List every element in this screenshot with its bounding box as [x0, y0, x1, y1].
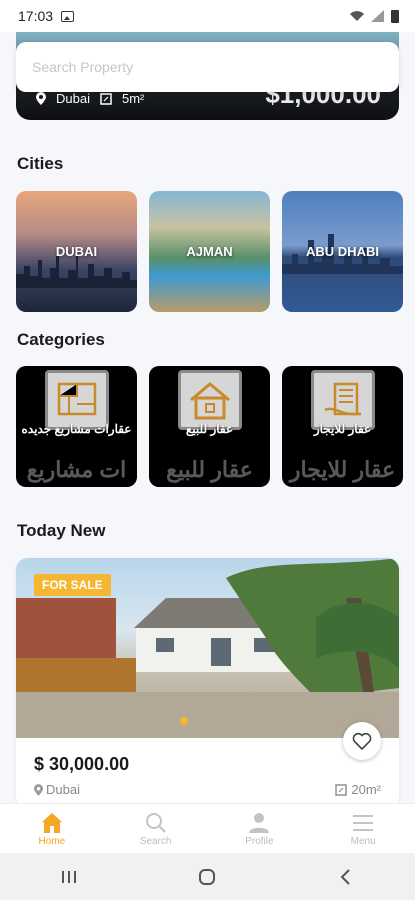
status-icons — [349, 9, 399, 23]
nav-profile-label: Profile — [245, 836, 274, 847]
nav-search-label: Search — [139, 836, 172, 847]
nav-home[interactable]: Home — [12, 804, 92, 853]
property-location: Dubai — [34, 782, 80, 797]
location-pin-icon — [34, 783, 43, 796]
city-card-dubai[interactable]: DUBAI — [16, 191, 137, 312]
search-input[interactable] — [32, 59, 383, 75]
heart-icon — [352, 732, 372, 750]
featured-area: 5m² — [121, 91, 145, 106]
today-new-section-title: Today New — [17, 521, 106, 540]
city-name-dubai: DUBAI — [55, 244, 98, 259]
status-bar: 17:03 — [0, 0, 415, 32]
property-price: $ 30,000.00 — [34, 754, 130, 774]
favorite-button[interactable] — [343, 722, 381, 760]
nav-home-label: Home — [38, 836, 66, 847]
category-watermark: عقار للايجار — [289, 457, 396, 482]
category-watermark: عقار للبيع — [166, 457, 253, 482]
featured-location: Dubai — [56, 91, 90, 106]
signal-icon — [371, 10, 384, 22]
menu-icon — [353, 815, 374, 831]
carousel-indicator — [180, 717, 188, 725]
category-card-new-projects[interactable]: عقارات مشاريع جديده ات مشاريع — [16, 366, 137, 487]
nav-search[interactable]: Search — [116, 804, 196, 853]
category-watermark: ات مشاريع — [26, 457, 127, 482]
categories-section-title: Categories — [17, 330, 105, 349]
wifi-icon — [350, 11, 364, 21]
property-location-text: Dubai — [46, 782, 80, 797]
bottom-navigation: Home Search Profile Menu — [0, 803, 415, 853]
search-icon — [145, 813, 166, 833]
category-card-for-sale[interactable]: عقار للبيع عقار للبيع — [149, 366, 270, 487]
category-label: عقار للايجار — [313, 422, 372, 436]
property-area-text: 20m² — [351, 782, 381, 797]
city-name-ajman: AJMAN — [186, 244, 233, 259]
city-name-abu-dhabi: ABU DHABI — [306, 244, 379, 259]
location-pin-icon — [36, 92, 46, 105]
home-icon — [41, 813, 62, 833]
property-card[interactable]: FOR SALE $ 30,000.00 Dubai 20m² — [16, 558, 399, 808]
nav-profile[interactable]: Profile — [219, 804, 299, 853]
battery-icon — [391, 9, 399, 23]
profile-icon — [249, 813, 270, 833]
featured-property-info: Dubai 5m² — [36, 91, 144, 106]
building-icon — [310, 370, 375, 430]
category-label: عقارات مشاريع جديده — [21, 422, 132, 436]
property-photo[interactable]: FOR SALE — [16, 558, 399, 738]
categories-list: عقارات مشاريع جديده ات مشاريع عقار للبيع… — [16, 366, 403, 487]
for-sale-badge: FOR SALE — [34, 574, 111, 596]
category-card-for-rent[interactable]: عقار للايجار عقار للايجار — [282, 366, 403, 487]
back-icon[interactable] — [336, 868, 356, 886]
city-card-ajman[interactable]: AJMAN — [149, 191, 270, 312]
system-navigation-bar — [0, 853, 415, 900]
area-icon — [335, 783, 348, 796]
property-area: 20m² — [335, 782, 381, 797]
home-button-icon[interactable] — [197, 867, 217, 887]
status-time: 17:03 — [18, 8, 54, 24]
category-label: عقار للبيع — [185, 422, 234, 436]
cities-section-title: Cities — [17, 154, 64, 173]
nav-menu-label: Menu — [350, 836, 376, 847]
area-icon — [100, 92, 112, 105]
house-icon — [177, 370, 242, 430]
recent-apps-icon[interactable] — [59, 868, 79, 886]
city-card-abu-dhabi[interactable]: ABU DHABI — [282, 191, 403, 312]
search-bar[interactable] — [16, 42, 399, 92]
blueprint-icon — [44, 370, 109, 430]
cities-list: DUBAI AJMAN ABU DHABI — [16, 191, 403, 312]
image-notification-icon — [61, 10, 75, 22]
nav-menu[interactable]: Menu — [323, 804, 403, 853]
